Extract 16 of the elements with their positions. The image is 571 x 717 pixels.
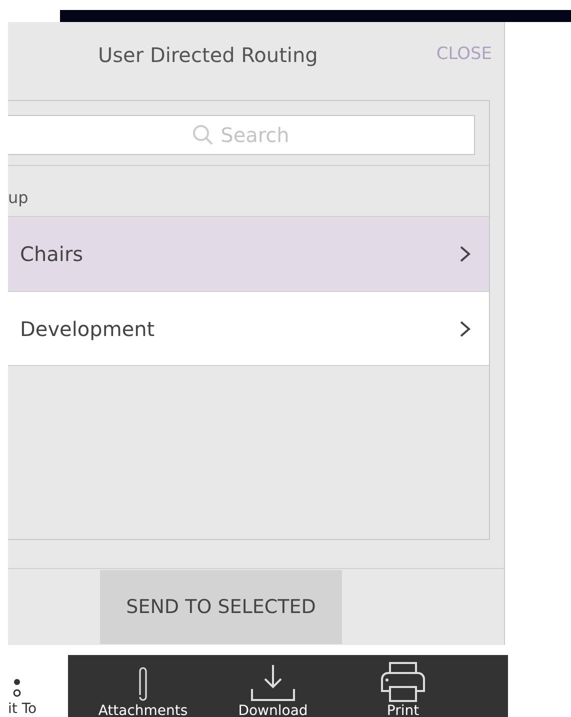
paperclip-icon [136,665,150,704]
search-field[interactable]: Search [8,115,475,155]
panel-title: User Directed Routing [98,42,318,69]
chevron-icon [459,320,471,338]
toolbar-button[interactable]: Attachments [78,665,208,717]
group-row[interactable]: Chairs [8,216,489,291]
printer-icon [378,661,428,704]
group-row[interactable]: Development [8,291,489,366]
dots-icon [12,676,22,699]
toolbar-button[interactable]: Download [208,663,338,717]
toolbar-button[interactable]: it To [8,699,37,717]
send-to-selected-button[interactable]: SEND TO SELECTED [100,570,342,644]
download-icon [250,663,296,704]
toolbar-button[interactable]: Print [338,661,468,717]
group-heading: up [8,187,30,209]
chevron-icon [459,245,471,263]
